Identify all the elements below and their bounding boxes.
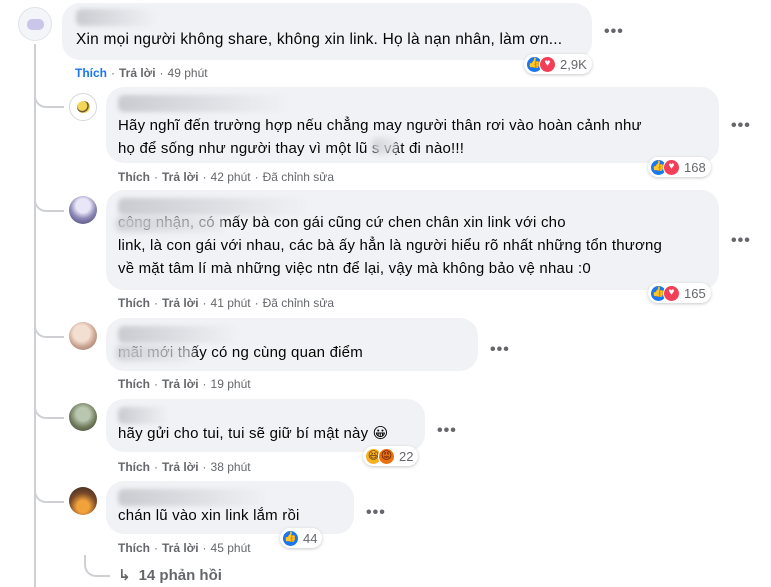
redacted-mention xyxy=(116,216,224,232)
comment-bubble: chán lũ vào xin link lắm rồi xyxy=(106,481,354,534)
avatar[interactable] xyxy=(69,487,97,515)
avatar[interactable] xyxy=(69,322,97,350)
reaction-count: 165 xyxy=(684,285,706,301)
comment-actions: Thích · Trả lời · 19 phút xyxy=(118,377,251,391)
comment-bubble: N công nhận, có mấy bà con gái cũng cứ c… xyxy=(106,190,719,290)
like-button[interactable]: Thích xyxy=(118,541,150,555)
like-button[interactable]: Thích xyxy=(118,460,150,474)
love-icon: ♥ xyxy=(663,158,680,176)
avatar[interactable] xyxy=(18,7,52,41)
reply-button[interactable]: Trả lời xyxy=(162,377,199,391)
reply-button[interactable]: Trả lời xyxy=(162,170,199,184)
thread-elbow xyxy=(84,555,110,577)
like-button[interactable]: Thích xyxy=(118,296,150,310)
comment-text: chán lũ vào xin link lắm rồi xyxy=(118,507,300,524)
angry-icon: 😡 xyxy=(378,447,395,465)
commenter-name[interactable] xyxy=(118,407,168,424)
reply-button[interactable]: Trả lời xyxy=(162,296,199,310)
like-icon: 👍 xyxy=(282,529,299,547)
redacted-word xyxy=(372,138,398,154)
more-options-icon[interactable]: ••• xyxy=(731,117,751,135)
comment-actions: Thích · Trả lời · 38 phút xyxy=(118,460,251,474)
reaction-count: 2,9K xyxy=(560,56,587,72)
commenter-name[interactable] xyxy=(118,326,238,343)
comment-text: hãy gửi cho tui, tui sẽ giữ bí mật này 😀 xyxy=(118,425,389,442)
more-options-icon[interactable]: ••• xyxy=(604,23,624,41)
reply-button[interactable]: Trả lời xyxy=(162,541,199,555)
reaction-summary[interactable]: 👍 ♥ 165 xyxy=(648,283,711,303)
comment-actions: Thích · Trả lời · 42 phút · Đã chỉnh sửa xyxy=(118,170,334,184)
reaction-summary[interactable]: 😆 😡 22 xyxy=(363,446,419,466)
reaction-summary[interactable]: 👍 ♥ 168 xyxy=(648,157,711,177)
reaction-summary[interactable]: 👍 44 xyxy=(280,528,323,548)
timestamp[interactable]: 38 phút xyxy=(211,460,251,474)
comment-bubble: Y Xin mọi người không share, không xin l… xyxy=(62,3,592,60)
thread-elbow xyxy=(34,190,64,212)
edited-label[interactable]: Đã chỉnh sửa xyxy=(263,170,334,184)
comment-actions: Thích · Trả lời · 45 phút xyxy=(118,541,251,555)
timestamp[interactable]: 45 phút xyxy=(211,541,251,555)
like-button[interactable]: Thích xyxy=(75,66,107,80)
commenter-name[interactable] xyxy=(118,489,268,506)
reaction-count: 44 xyxy=(303,530,318,546)
thread-elbow xyxy=(34,86,64,108)
love-icon: ♥ xyxy=(539,55,556,73)
redacted-mention xyxy=(116,345,194,361)
like-button[interactable]: Thích xyxy=(118,377,150,391)
timestamp[interactable]: 19 phút xyxy=(211,377,251,391)
thread-elbow xyxy=(34,481,64,503)
view-replies-link[interactable]: ↳ 14 phản hồi xyxy=(118,566,222,584)
like-button[interactable]: Thích xyxy=(118,170,150,184)
more-options-icon[interactable]: ••• xyxy=(437,422,457,440)
avatar[interactable] xyxy=(69,196,97,224)
love-icon: ♥ xyxy=(663,284,680,302)
timestamp[interactable]: 41 phút xyxy=(211,296,251,310)
reaction-count: 168 xyxy=(684,159,706,175)
view-replies-label: 14 phản hồi xyxy=(138,567,222,584)
timestamp[interactable]: 49 phút xyxy=(168,66,208,80)
commenter-name[interactable]: N xyxy=(118,198,308,215)
comment-text: Hãy nghĩ đến trường hợp nếu chẳng may ng… xyxy=(118,117,642,157)
more-options-icon[interactable]: ••• xyxy=(731,232,751,250)
comment-text: Xin mọi người không share, không xin lin… xyxy=(76,31,563,48)
reaction-count: 22 xyxy=(399,448,414,464)
comment-bubble: C Hãy nghĩ đến trường hợp nếu chẳng may … xyxy=(106,87,719,163)
thread-elbow xyxy=(34,397,64,419)
avatar[interactable] xyxy=(69,93,97,121)
more-options-icon[interactable]: ••• xyxy=(490,341,510,359)
comment-actions: Thích · Trả lời · 41 phút · Đã chỉnh sửa xyxy=(118,296,334,310)
comment-bubble: hãy gửi cho tui, tui sẽ giữ bí mật này 😀 xyxy=(106,399,425,452)
comment-actions: Thích · Trả lời · 49 phút xyxy=(75,66,208,80)
commenter-name[interactable]: C xyxy=(118,95,288,112)
reaction-summary[interactable]: 👍 ♥ 2,9K xyxy=(524,54,592,74)
reply-arrow-icon: ↳ xyxy=(118,567,131,584)
edited-label[interactable]: Đã chỉnh sửa xyxy=(263,296,334,310)
timestamp[interactable]: 42 phút xyxy=(211,170,251,184)
avatar[interactable] xyxy=(69,403,97,431)
thread-elbow xyxy=(34,316,64,338)
commenter-name[interactable]: Y xyxy=(76,9,156,26)
reply-button[interactable]: Trả lời xyxy=(119,66,156,80)
reply-button[interactable]: Trả lời xyxy=(162,460,199,474)
more-options-icon[interactable]: ••• xyxy=(366,504,386,522)
